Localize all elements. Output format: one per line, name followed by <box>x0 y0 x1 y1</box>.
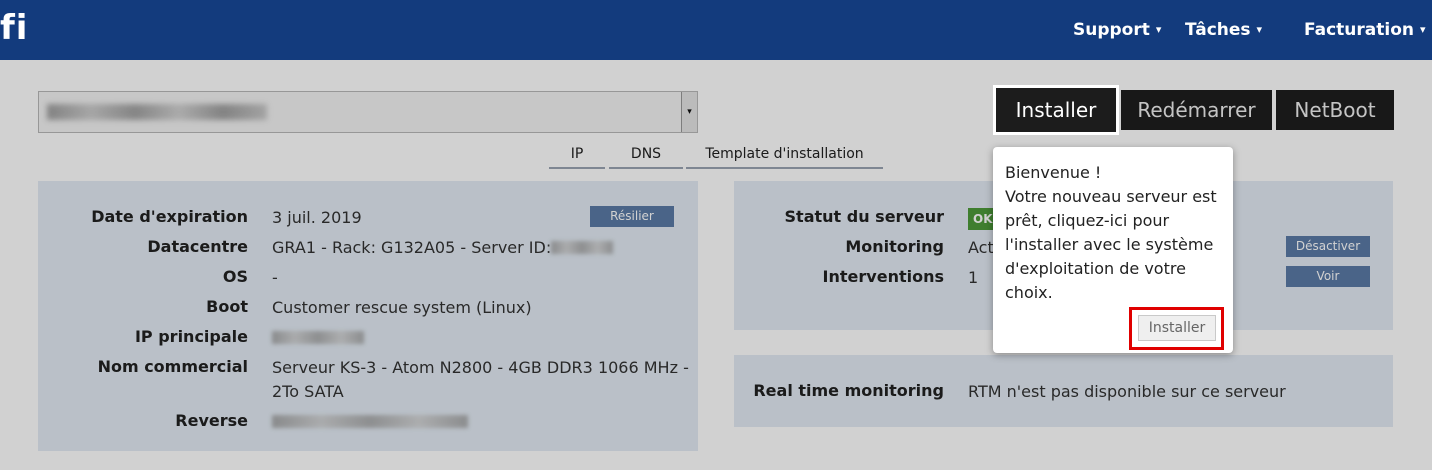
chevron-down-icon: ▾ <box>1256 23 1263 36</box>
ip-value <box>272 326 364 350</box>
popover-install-button[interactable]: Installer <box>1138 315 1216 341</box>
voir-button[interactable]: Voir <box>1286 266 1370 287</box>
netboot-button[interactable]: NetBoot <box>1276 90 1394 130</box>
interventions-value: 1 <box>968 268 979 287</box>
ip-redacted <box>272 331 364 344</box>
ip-label: IP principale <box>134 327 248 346</box>
monitoring-value: Act <box>968 238 994 257</box>
server-id-redacted <box>551 241 614 254</box>
nav-taches-label: Tâches <box>1185 20 1251 40</box>
desactiver-button[interactable]: Désactiver <box>1286 236 1370 257</box>
expiration-label: Date d'expiration <box>91 207 248 226</box>
nav-support[interactable]: Support ▾ <box>1073 18 1161 42</box>
reverse-redacted <box>272 415 468 428</box>
boot-value: Customer rescue system (Linux) <box>272 298 532 317</box>
tab-template[interactable]: Template d'installation <box>686 143 883 169</box>
chevron-down-icon: ▾ <box>1420 23 1426 36</box>
nav-facturation[interactable]: Facturation ▾ <box>1304 18 1426 42</box>
os-value: - <box>272 268 278 287</box>
reverse-value <box>272 410 468 434</box>
rtm-label: Real time monitoring <box>753 381 944 400</box>
install-button[interactable]: Installer <box>993 85 1119 135</box>
datacentre-label: Datacentre <box>147 237 248 256</box>
tab-ip[interactable]: IP <box>549 143 605 169</box>
brand-logo[interactable]: fi <box>0 6 28 50</box>
welcome-popover: Bienvenue ! Votre nouveau serveur est pr… <box>993 147 1233 353</box>
commercial-value-line1: Serveur KS-3 - Atom N2800 - 4GB DDR3 106… <box>272 358 689 377</box>
reverse-label: Reverse <box>175 411 248 430</box>
server-name-redacted <box>47 104 267 120</box>
nav-facturation-label: Facturation <box>1304 20 1414 40</box>
expiration-value: 3 juil. 2019 <box>272 208 362 227</box>
nav-taches[interactable]: Tâches ▾ <box>1185 18 1262 42</box>
os-label: OS <box>222 267 248 286</box>
resilier-button[interactable]: Résilier <box>590 206 674 227</box>
server-select[interactable]: ▾ <box>38 91 698 133</box>
chevron-down-icon: ▾ <box>1155 23 1162 36</box>
tab-dns[interactable]: DNS <box>609 143 683 169</box>
reboot-button[interactable]: Redémarrer <box>1121 90 1272 130</box>
commercial-label: Nom commercial <box>97 357 248 376</box>
datacentre-value: GRA1 - Rack: G132A05 - Server ID: <box>272 236 614 260</box>
top-navbar: fi Support ▾ Tâches ▾ Facturation ▾ <box>0 0 1432 60</box>
datacentre-text: GRA1 - Rack: G132A05 - Server ID: <box>272 238 552 257</box>
rtm-value: RTM n'est pas disponible sur ce serveur <box>968 382 1286 401</box>
interventions-label: Interventions <box>822 267 944 286</box>
nav-support-label: Support <box>1073 20 1150 40</box>
commercial-value-line2: 2To SATA <box>272 382 344 401</box>
dropdown-arrow-icon[interactable]: ▾ <box>681 92 697 132</box>
monitoring-label: Monitoring <box>845 237 944 256</box>
popover-message: Bienvenue ! Votre nouveau serveur est pr… <box>1005 163 1217 302</box>
boot-label: Boot <box>206 297 248 316</box>
statut-label: Statut du serveur <box>784 207 944 226</box>
